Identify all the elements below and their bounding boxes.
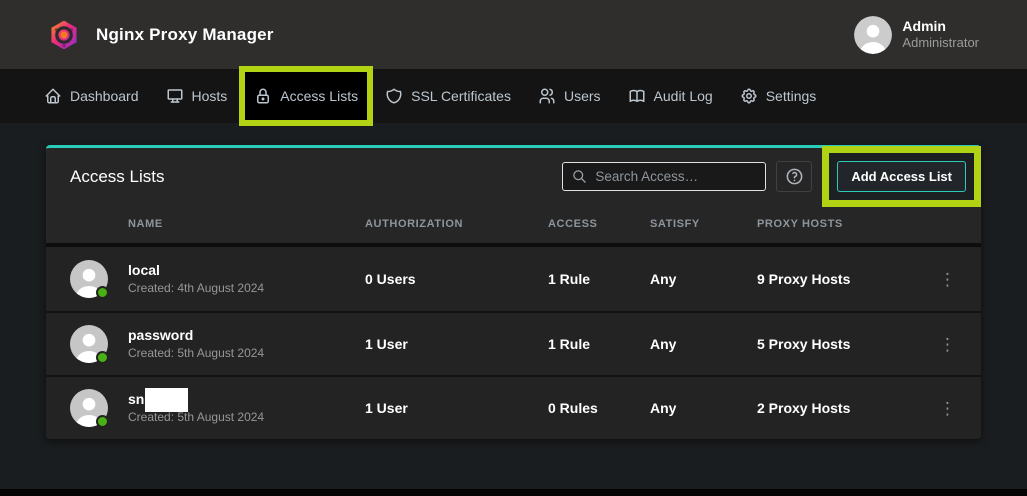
help-button[interactable] — [776, 161, 812, 192]
npm-logo-icon — [48, 19, 80, 51]
table-row[interactable]: local Created: 4th August 2024 0 Users 1… — [46, 247, 981, 311]
authorization-cell: 1 User — [365, 400, 548, 416]
access-cell: 1 Rule — [548, 271, 650, 287]
search-input[interactable] — [595, 169, 756, 184]
authorization-cell: 1 User — [365, 336, 548, 352]
row-avatar — [70, 260, 108, 298]
user-avatar — [854, 16, 892, 54]
table-row[interactable]: password Created: 5th August 2024 1 User… — [46, 311, 981, 375]
nav-label: Access Lists — [280, 88, 358, 104]
nav-item-ssl-certificates[interactable]: SSL Certificates — [385, 87, 511, 105]
panel-header: Access Lists Add Access List — [46, 148, 981, 205]
column-header-access: ACCESS — [548, 218, 650, 230]
table-header-row: NAME AUTHORIZATION ACCESS SATISFY PROXY … — [46, 205, 981, 243]
access-list-created: Created: 5th August 2024 — [128, 410, 365, 426]
column-header-proxy-hosts: PROXY HOSTS — [757, 218, 926, 230]
shield-icon — [385, 87, 403, 105]
app-header: Nginx Proxy Manager Admin Administrator — [0, 0, 1027, 69]
highlight-box-access-lists: Access Lists — [239, 66, 373, 126]
satisfy-cell: Any — [650, 336, 757, 352]
nav-label: Audit Log — [654, 88, 713, 104]
status-online-dot — [96, 286, 109, 299]
main-nav: Dashboard Hosts Access Lists SSL Certifi… — [0, 69, 1027, 123]
satisfy-cell: Any — [650, 400, 757, 416]
user-menu[interactable]: Admin Administrator — [854, 16, 979, 54]
bottom-edge-strip — [0, 489, 1027, 496]
access-cell: 0 Rules — [548, 400, 650, 416]
user-name: Admin — [902, 18, 979, 36]
nav-item-hosts[interactable]: Hosts — [166, 87, 228, 105]
redaction-box — [145, 388, 188, 412]
access-list-name: local — [128, 261, 365, 279]
panel-title: Access Lists — [70, 167, 164, 187]
table-row[interactable]: sn Created: 5th August 2024 1 User 0 Rul… — [46, 375, 981, 439]
proxy-hosts-cell: 2 Proxy Hosts — [757, 400, 926, 416]
gear-icon — [740, 87, 758, 105]
add-access-list-button[interactable]: Add Access List — [837, 161, 966, 192]
satisfy-cell: Any — [650, 271, 757, 287]
nav-item-settings[interactable]: Settings — [740, 87, 817, 105]
status-online-dot — [96, 351, 109, 364]
access-list-name: password — [128, 326, 365, 344]
row-avatar — [70, 325, 108, 363]
status-online-dot — [96, 415, 109, 428]
user-role: Administrator — [902, 35, 979, 51]
home-icon — [44, 87, 62, 105]
row-menu-kebab-icon[interactable]: ⋮ — [931, 267, 964, 292]
authorization-cell: 0 Users — [365, 271, 548, 287]
access-cell: 1 Rule — [548, 336, 650, 352]
nav-item-users[interactable]: Users — [538, 87, 601, 105]
highlight-box-add-access-list: Add Access List — [822, 146, 981, 207]
nav-item-access-lists[interactable]: Access Lists — [254, 87, 358, 105]
access-list-created: Created: 5th August 2024 — [128, 346, 365, 362]
row-avatar — [70, 389, 108, 427]
proxy-hosts-cell: 5 Proxy Hosts — [757, 336, 926, 352]
users-icon — [538, 87, 556, 105]
nav-item-audit-log[interactable]: Audit Log — [628, 87, 713, 105]
nav-label: Dashboard — [70, 88, 139, 104]
column-header-authorization: AUTHORIZATION — [365, 218, 548, 230]
help-icon — [785, 167, 804, 186]
nav-label: Hosts — [192, 88, 228, 104]
access-lists-panel: Access Lists Add Access List NAME AUTHOR… — [46, 145, 981, 439]
column-header-name: NAME — [128, 218, 365, 230]
column-header-satisfy: SATISFY — [650, 218, 757, 230]
search-box — [562, 162, 766, 191]
access-list-created: Created: 4th August 2024 — [128, 281, 365, 297]
row-menu-kebab-icon[interactable]: ⋮ — [931, 332, 964, 357]
proxy-hosts-cell: 9 Proxy Hosts — [757, 271, 926, 287]
search-icon — [572, 169, 587, 184]
book-icon — [628, 87, 646, 105]
nav-label: Users — [564, 88, 601, 104]
monitor-icon — [166, 87, 184, 105]
nav-item-dashboard[interactable]: Dashboard — [44, 87, 139, 105]
lock-icon — [254, 87, 272, 105]
app-title: Nginx Proxy Manager — [96, 25, 274, 45]
main-content: Access Lists Add Access List NAME AUTHOR… — [0, 123, 1027, 496]
nav-label: Settings — [766, 88, 817, 104]
nav-label: SSL Certificates — [411, 88, 511, 104]
row-menu-kebab-icon[interactable]: ⋮ — [931, 396, 964, 421]
access-list-name: sn — [128, 390, 144, 408]
